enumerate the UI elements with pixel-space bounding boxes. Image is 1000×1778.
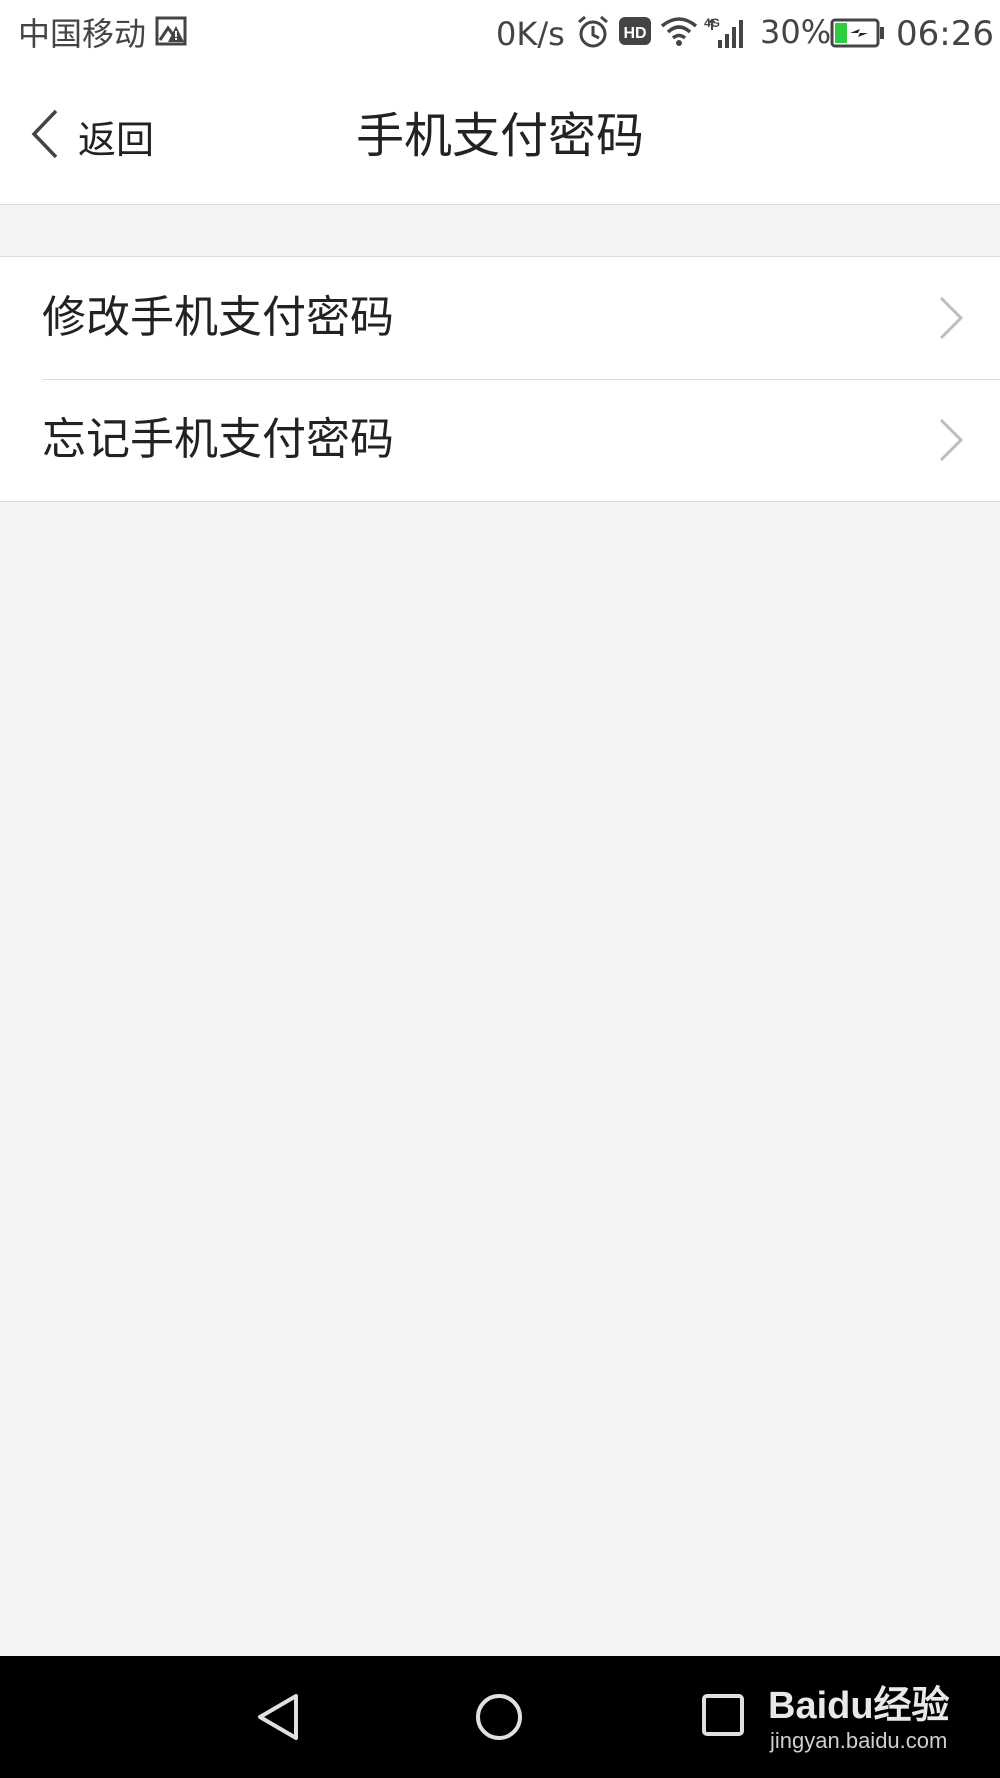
forgot-payment-password-item[interactable]: 忘记手机支付密码: [0, 379, 1000, 501]
hd-label: HD: [623, 25, 646, 42]
battery-fill: [835, 23, 847, 43]
chevron-right-icon: [938, 296, 964, 344]
recents-square-icon[interactable]: [700, 1692, 746, 1742]
chevron-right-icon: [938, 418, 964, 466]
modify-payment-password-item[interactable]: 修改手机支付密码: [0, 257, 1000, 379]
gallery-alert-icon: [154, 14, 188, 52]
status-bar: 中国移动 0K/s HD 4G 30% 06:26: [0, 0, 1000, 68]
watermark-text: Baidu经验: [768, 1685, 950, 1727]
signal-icon: 4G: [704, 14, 752, 54]
watermark-url: jingyan.baidu.com: [770, 1728, 948, 1753]
home-circle-icon[interactable]: [474, 1692, 524, 1746]
navigation-bar: Baidu经验 jingyan.baidu.com: [0, 1656, 1000, 1778]
settings-list: 修改手机支付密码 忘记手机支付密码: [0, 256, 1000, 502]
baidu-jingyan-watermark: Baidu经验 jingyan.baidu.com: [760, 1670, 990, 1770]
battery-percent: 30%: [760, 13, 832, 51]
carrier-name: 中国移动: [18, 15, 147, 53]
alarm-icon: [576, 14, 610, 54]
battery-charging-icon: [830, 18, 886, 52]
clock-time: 06:26: [896, 14, 994, 54]
wifi-icon: [660, 14, 698, 52]
back-triangle-icon[interactable]: [254, 1692, 302, 1746]
network-speed: 0K/s: [496, 15, 565, 53]
list-item-label: 修改手机支付密码: [42, 292, 394, 343]
hd-icon: HD: [618, 14, 652, 52]
header-bar: 返回 手机支付密码: [0, 68, 1000, 205]
page-title: 手机支付密码: [355, 108, 644, 164]
list-item-label: 忘记手机支付密码: [42, 414, 394, 465]
